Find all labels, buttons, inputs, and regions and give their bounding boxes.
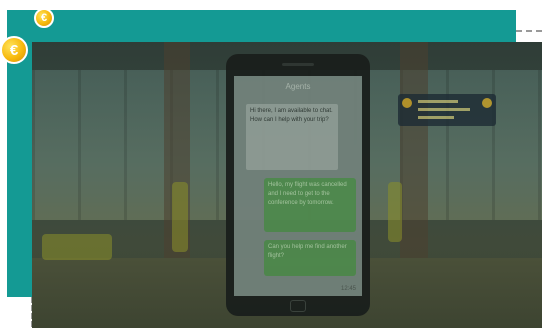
board-icon bbox=[402, 98, 412, 108]
smartphone: Agents Hi there, I am available to chat.… bbox=[226, 54, 370, 316]
coin-symbol: € bbox=[9, 41, 19, 59]
outgoing-message: Can you help me find another flight? bbox=[264, 240, 356, 276]
sign-post bbox=[388, 182, 402, 242]
chat-header: Agents bbox=[285, 81, 311, 91]
coin-icon[interactable]: € bbox=[0, 36, 28, 64]
board-line bbox=[418, 100, 458, 103]
phone-speaker bbox=[282, 63, 314, 66]
home-button bbox=[290, 300, 306, 312]
board-icon bbox=[482, 98, 492, 108]
chat-screen: Agents Hi there, I am available to chat.… bbox=[234, 76, 362, 296]
incoming-message: Hi there, I am available to chat. How ca… bbox=[246, 104, 338, 170]
board-line bbox=[418, 116, 454, 119]
message-time: 12:45 bbox=[340, 286, 356, 292]
board-line bbox=[418, 108, 470, 111]
seat-row bbox=[42, 234, 112, 260]
coin-icon[interactable]: € bbox=[34, 8, 54, 28]
airport-scene-image: Agents Hi there, I am available to chat.… bbox=[32, 42, 542, 328]
sign-post bbox=[172, 182, 188, 252]
coin-symbol: € bbox=[40, 12, 48, 24]
dashed-guide-top bbox=[516, 30, 542, 32]
outgoing-message: Hello, my flight was cancelled and I nee… bbox=[264, 178, 356, 232]
departure-board bbox=[398, 94, 496, 126]
